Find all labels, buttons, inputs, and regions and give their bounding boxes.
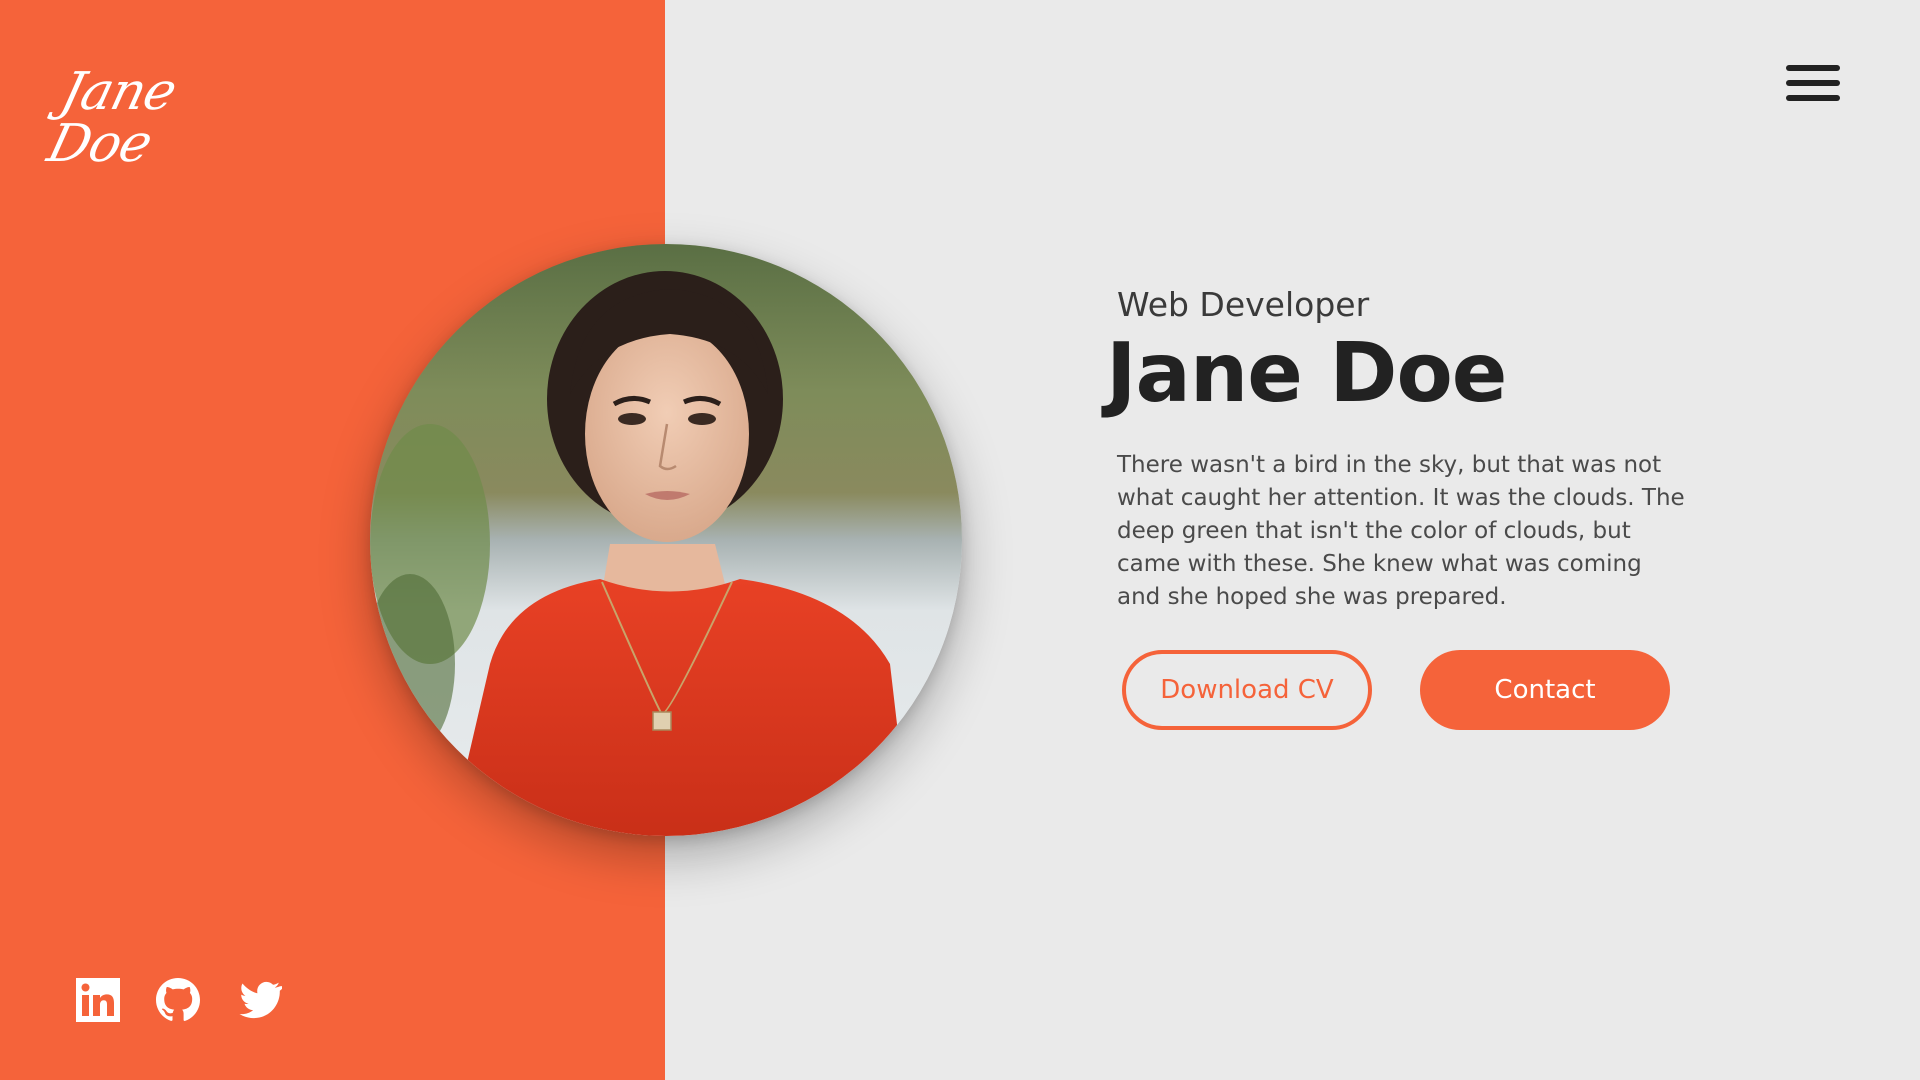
social-links	[73, 975, 283, 1025]
contact-button[interactable]: Contact	[1420, 650, 1670, 730]
twitter-icon	[239, 981, 282, 1019]
linkedin-icon	[76, 978, 120, 1022]
hamburger-menu-button[interactable]	[1786, 58, 1844, 108]
signature-logo[interactable]: Jane Doe	[42, 38, 275, 174]
linkedin-link[interactable]	[73, 975, 123, 1025]
download-cv-button[interactable]: Download CV	[1122, 650, 1372, 730]
hero-name: Jane Doe	[1106, 326, 1507, 421]
portfolio-page: Jane Doe Web Developer Jane Doe There wa…	[0, 0, 1920, 1080]
github-link[interactable]	[153, 975, 203, 1025]
twitter-link[interactable]	[233, 975, 283, 1025]
github-icon	[156, 978, 200, 1021]
hamburger-line	[1786, 80, 1840, 86]
hamburger-menu-icon	[1786, 65, 1840, 71]
job-title: Web Developer	[1117, 285, 1370, 324]
hamburger-line	[1786, 95, 1840, 101]
hero-bio: There wasn't a bird in the sky, but that…	[1117, 452, 1685, 610]
profile-photo	[370, 244, 962, 836]
portrait-illustration	[370, 244, 962, 836]
